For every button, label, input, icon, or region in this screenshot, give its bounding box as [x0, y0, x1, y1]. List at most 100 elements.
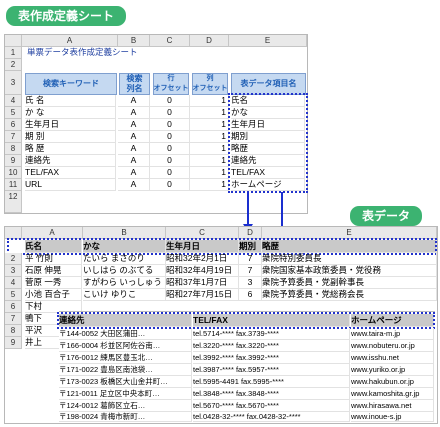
- kana-cell[interactable]: たいら まさのり: [83, 253, 166, 265]
- row-header[interactable]: 9: [5, 337, 22, 349]
- header-search-keyword[interactable]: 検索キーワード: [25, 73, 117, 95]
- term-cell[interactable]: 3: [239, 277, 262, 289]
- col-offset-cell[interactable]: 1: [190, 167, 229, 179]
- col-cell[interactable]: A: [118, 107, 150, 119]
- row-offset-cell[interactable]: 0: [150, 179, 190, 191]
- url-cell[interactable]: www.kamoshita.gr.jp: [351, 388, 434, 400]
- address-cell[interactable]: 〒176-0012 練馬区豊玉北…: [59, 352, 192, 364]
- row-header[interactable]: 8: [5, 325, 22, 337]
- birthdate-cell[interactable]: 昭和32年4月19日: [166, 265, 239, 277]
- row-header[interactable]: 4: [5, 277, 22, 289]
- row-header[interactable]: 6: [5, 301, 22, 313]
- row-header[interactable]: 7: [5, 313, 22, 325]
- row-header[interactable]: 3: [5, 265, 22, 277]
- career-cell[interactable]: 衆院特別委員長: [262, 253, 437, 265]
- col-header-a[interactable]: A: [22, 35, 118, 47]
- career-cell[interactable]: 衆院国家基本政策委員・党役務: [262, 265, 437, 277]
- kana-cell[interactable]: こいけ ゆりこ: [83, 289, 166, 301]
- col-offset-cell[interactable]: 1: [190, 95, 229, 107]
- header-col-offset[interactable]: 列 オフセット: [192, 73, 228, 95]
- url-cell[interactable]: www.nobuteru.or.jp: [351, 340, 434, 352]
- col-header-e[interactable]: E: [229, 35, 307, 47]
- address-cell[interactable]: 〒124-0012 葛飾区立石…: [59, 400, 192, 412]
- col-cell[interactable]: A: [118, 155, 150, 167]
- row-header[interactable]: 2: [5, 59, 22, 71]
- row-header[interactable]: 11: [5, 179, 22, 191]
- address-cell[interactable]: 〒198-0024 青梅市新町…: [59, 412, 192, 422]
- row-offset-cell[interactable]: 0: [150, 95, 190, 107]
- url-cell[interactable]: www.hakubun.or.jp: [351, 376, 434, 388]
- col-offset-cell[interactable]: 1: [190, 143, 229, 155]
- row-header[interactable]: 5: [5, 107, 22, 119]
- col-offset-cell[interactable]: 1: [190, 179, 229, 191]
- col-cell[interactable]: A: [118, 167, 150, 179]
- col-cell[interactable]: A: [118, 179, 150, 191]
- keyword-cell[interactable]: URL: [25, 179, 116, 191]
- url-cell[interactable]: www.hirasawa.net: [351, 400, 434, 412]
- col-offset-cell[interactable]: 1: [190, 107, 229, 119]
- col-cell[interactable]: A: [118, 143, 150, 155]
- corner-cell[interactable]: [5, 35, 22, 47]
- header-item-name[interactable]: 表データ項目名: [231, 73, 306, 95]
- telfax-cell[interactable]: tel.3848-**** fax.3848-****: [193, 388, 350, 400]
- row-header[interactable]: 7: [5, 131, 22, 143]
- row-offset-cell[interactable]: 0: [150, 107, 190, 119]
- sheet-title[interactable]: 単票データ表作成定義シート: [27, 47, 227, 58]
- header-row-offset[interactable]: 行 オフセット: [153, 73, 189, 95]
- telfax-cell[interactable]: tel.5714-**** fax.3739-****: [193, 328, 350, 340]
- address-cell[interactable]: 〒171-0022 豊島区南池袋…: [59, 364, 192, 376]
- row-header[interactable]: 3: [5, 71, 22, 95]
- address-cell[interactable]: 〒144-0052 大田区蒲田…: [59, 328, 192, 340]
- row-header[interactable]: 10: [5, 167, 22, 179]
- col-cell[interactable]: A: [118, 119, 150, 131]
- row-header[interactable]: 12: [5, 191, 22, 213]
- col-cell[interactable]: A: [118, 131, 150, 143]
- row-header[interactable]: 6: [5, 119, 22, 131]
- keyword-cell[interactable]: 生年月日: [25, 119, 116, 131]
- url-cell[interactable]: www.inoue-s.jp: [351, 412, 434, 422]
- row-offset-cell[interactable]: 0: [150, 167, 190, 179]
- telfax-cell[interactable]: tel.3987-**** fax.5957-****: [193, 364, 350, 376]
- name-cell[interactable]: 平 竹則: [25, 253, 82, 265]
- keyword-cell[interactable]: 連絡先: [25, 155, 116, 167]
- address-cell[interactable]: 〒173-0023 板橋区大山金井町…: [59, 376, 192, 388]
- row-header[interactable]: 5: [5, 289, 22, 301]
- keyword-cell[interactable]: 略 歴: [25, 143, 116, 155]
- row-header[interactable]: 9: [5, 155, 22, 167]
- telfax-cell[interactable]: tel.3220-**** fax.3220-****: [193, 340, 350, 352]
- row-offset-cell[interactable]: 0: [150, 155, 190, 167]
- url-cell[interactable]: www.isshu.net: [351, 352, 434, 364]
- row-offset-cell[interactable]: 0: [150, 119, 190, 131]
- address-cell[interactable]: 〒121-0011 足立区中央本町…: [59, 388, 192, 400]
- telfax-cell[interactable]: tel.3992-**** fax.3992-****: [193, 352, 350, 364]
- telfax-cell[interactable]: tel.0428-32-**** fax.0428-32-****: [193, 412, 350, 422]
- header-search-col[interactable]: 検索 列名: [119, 73, 150, 95]
- url-cell[interactable]: www.yuriko.or.jp: [351, 364, 434, 376]
- birthdate-cell[interactable]: 昭和32年2月1日: [166, 253, 239, 265]
- row-offset-cell[interactable]: 0: [150, 131, 190, 143]
- col-header-b[interactable]: B: [118, 35, 150, 47]
- birthdate-cell[interactable]: 昭和37年1月7日: [166, 277, 239, 289]
- row-header[interactable]: 4: [5, 95, 22, 107]
- term-cell[interactable]: 6: [239, 289, 262, 301]
- birthdate-cell[interactable]: 昭和27年7月15日: [166, 289, 239, 301]
- col-header-c[interactable]: C: [150, 35, 190, 47]
- name-cell[interactable]: 小池 百合子: [25, 289, 82, 301]
- telfax-cell[interactable]: tel.5670-**** fax.5670-****: [193, 400, 350, 412]
- col-header-d[interactable]: D: [190, 35, 229, 47]
- keyword-cell[interactable]: 期 別: [25, 131, 116, 143]
- col-offset-cell[interactable]: 1: [190, 155, 229, 167]
- col-offset-cell[interactable]: 1: [190, 131, 229, 143]
- url-cell[interactable]: www.taira-m.jp: [351, 328, 434, 340]
- row-offset-cell[interactable]: 0: [150, 143, 190, 155]
- telfax-cell[interactable]: tel.5995-4491 fax.5995-****: [193, 376, 350, 388]
- term-cell[interactable]: 7: [239, 253, 262, 265]
- keyword-cell[interactable]: か な: [25, 107, 116, 119]
- keyword-cell[interactable]: 氏 名: [25, 95, 116, 107]
- address-cell[interactable]: 〒166-0004 杉並区阿佐谷南…: [59, 340, 192, 352]
- row-header[interactable]: 1: [5, 47, 22, 59]
- kana-cell[interactable]: いしはら のぶてる: [83, 265, 166, 277]
- career-cell[interactable]: 衆院予算委員・党総務会長: [262, 289, 437, 301]
- career-cell[interactable]: 衆院予算委員・党副幹事長: [262, 277, 437, 289]
- name-cell[interactable]: 菅原 一秀: [25, 277, 82, 289]
